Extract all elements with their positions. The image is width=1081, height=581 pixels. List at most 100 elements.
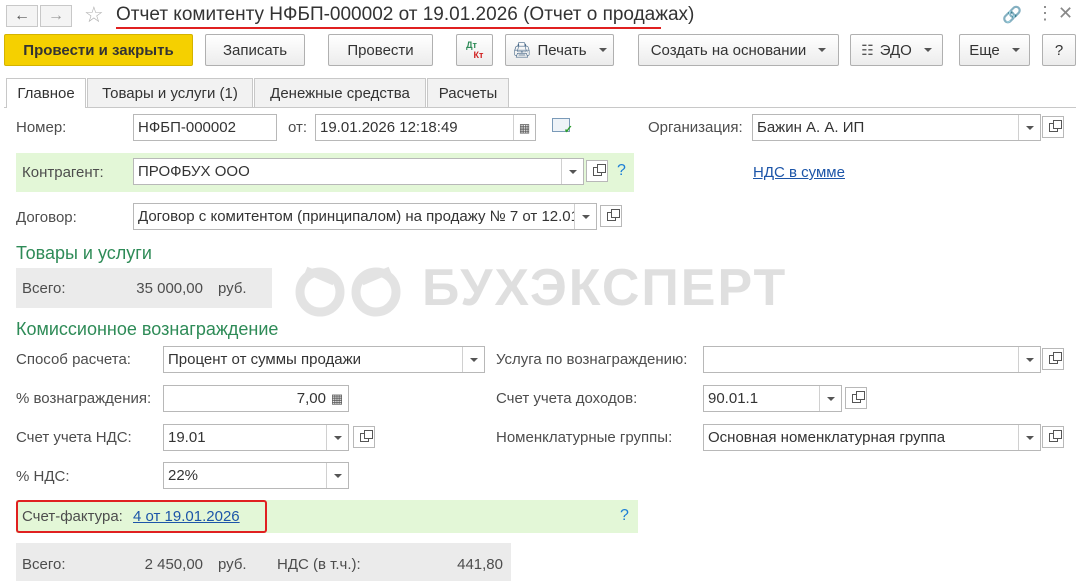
nomenclature-groups-open-button[interactable] [1042,426,1064,448]
chevron-down-icon [1011,48,1020,52]
income-account-input[interactable]: 90.01.1 [703,385,842,412]
contract-value: Договор с комитентом (принципалом) на пр… [138,208,574,225]
chevron-down-icon[interactable] [462,347,484,372]
number-value: НФБП-000002 [138,119,236,136]
number-input[interactable]: НФБП-000002 [133,114,277,141]
footer-total-value: 2 450,00 [144,556,203,573]
back-button[interactable]: ← [6,5,38,27]
number-label: Номер: [16,119,67,136]
invoice-link[interactable]: 4 от 19.01.2026 [133,508,240,525]
invoice-label: Счет-фактура: [22,508,123,525]
save-label: Записать [222,41,288,59]
vat-account-open-button[interactable] [353,426,375,448]
service-open-button[interactable] [1042,348,1064,370]
commission-section-title: Комиссионное вознаграждение [16,319,279,339]
link-icon[interactable]: 🔗 [1002,5,1022,25]
chevron-down-icon[interactable] [1018,115,1040,140]
tab-goods-label: Товары и услуги (1) [102,84,238,102]
post-and-close-button[interactable]: Провести и закрыть [4,34,193,66]
chevron-down-icon[interactable] [326,425,348,450]
invoice-help-icon[interactable]: ? [620,507,629,525]
watermark-text: БУХЭКСПЕРТ [422,259,788,317]
save-button[interactable]: Записать [205,34,305,66]
post-label: Провести [347,41,414,59]
vat-in-amount-link[interactable]: НДС в сумме [753,164,845,181]
chevron-down-icon[interactable] [326,463,348,488]
contractor-input[interactable]: ПРОФБУХ ООО [133,158,584,185]
watermark-logo [292,262,404,318]
tab-settlements[interactable]: Расчеты [427,78,509,107]
percent-label: % вознаграждения: [16,390,152,407]
tab-main[interactable]: Главное [6,78,86,108]
dt-icon: Дт [466,40,477,50]
create-based-on-button[interactable]: Создать на основании [638,34,839,66]
document-check-icon[interactable]: ✓ [552,118,573,136]
more-label: Еще [969,41,1000,59]
contractor-value: ПРОФБУХ ООО [138,163,250,180]
organization-input[interactable]: Бажин А. А. ИП [752,114,1041,141]
calendar-icon[interactable]: ▦ [513,115,535,140]
footer-vat-label: НДС (в т.ч.): [277,556,361,573]
edo-button[interactable]: ☷ ЭДО [850,34,943,66]
post-button[interactable]: Провести [328,34,433,66]
chevron-down-icon [923,48,932,52]
method-select[interactable]: Процент от суммы продажи [163,346,485,373]
check-icon: ✓ [563,124,573,136]
help-button[interactable]: ? [1042,34,1076,66]
contract-label: Договор: [16,209,77,226]
favorite-star-icon[interactable]: ☆ [84,2,104,28]
vat-account-label: Счет учета НДС: [16,429,132,446]
contractor-help-icon[interactable]: ? [617,162,626,180]
date-label: от: [288,119,308,136]
edo-icon: ☷ [861,41,874,58]
tab-goods[interactable]: Товары и услуги (1) [87,78,253,107]
organization-value: Бажин А. А. ИП [757,119,865,136]
goods-total-currency: руб. [218,280,247,297]
chevron-down-icon[interactable] [1018,425,1040,450]
contractor-open-button[interactable] [586,160,608,182]
print-button[interactable]: 🖨 Печать [505,34,614,66]
vat-account-input[interactable]: 19.01 [163,424,349,451]
open-icon [1048,119,1062,132]
percent-input[interactable]: 7,00 ▦ [163,385,349,412]
service-input[interactable] [703,346,1041,373]
printer-icon: 🖨 [512,42,532,59]
dt-kt-button[interactable]: Дт Кт [456,34,493,66]
method-label: Способ расчета: [16,351,131,368]
tabs-baseline [4,107,1076,108]
open-icon [359,429,373,442]
edo-label: ЭДО [879,41,912,59]
nomenclature-groups-label: Номенклатурные группы: [496,429,673,446]
arrow-right-icon: → [48,7,64,24]
help-label: ? [1054,41,1064,59]
income-account-open-button[interactable] [845,387,867,409]
open-icon [592,163,606,176]
chevron-down-icon[interactable] [561,159,583,184]
more-button[interactable]: Еще [959,34,1030,66]
nomenclature-groups-input[interactable]: Основная номенклатурная группа [703,424,1041,451]
footer-vat-value: 441,80 [457,556,503,573]
contractor-label: Контрагент: [22,164,104,181]
income-account-value: 90.01.1 [708,390,759,407]
print-label: Печать [537,41,587,59]
chevron-down-icon [598,48,607,52]
vat-account-value: 19.01 [168,429,206,446]
goods-section-title: Товары и услуги [16,243,152,263]
tab-money-label: Денежные средства [270,84,410,102]
contract-open-button[interactable] [600,205,622,227]
more-vertical-icon[interactable]: ⋮ [1036,3,1054,24]
organization-open-button[interactable] [1042,116,1064,138]
vat-rate-select[interactable]: 22% [163,462,349,489]
contract-input[interactable]: Договор с комитентом (принципалом) на пр… [133,203,597,230]
method-value: Процент от суммы продажи [168,351,361,368]
chevron-down-icon[interactable] [1018,347,1040,372]
forward-button[interactable]: → [40,5,72,27]
percent-value: 7,00 [296,390,326,407]
date-input[interactable]: 19.01.2026 12:18:49 ▦ [315,114,536,141]
chevron-down-icon[interactable] [819,386,841,411]
chevron-down-icon[interactable] [574,204,596,229]
close-icon[interactable]: ✕ [1058,3,1073,24]
tab-money[interactable]: Денежные средства [254,78,426,107]
chevron-down-icon [818,48,827,52]
calculator-icon[interactable]: ▦ [326,386,348,411]
